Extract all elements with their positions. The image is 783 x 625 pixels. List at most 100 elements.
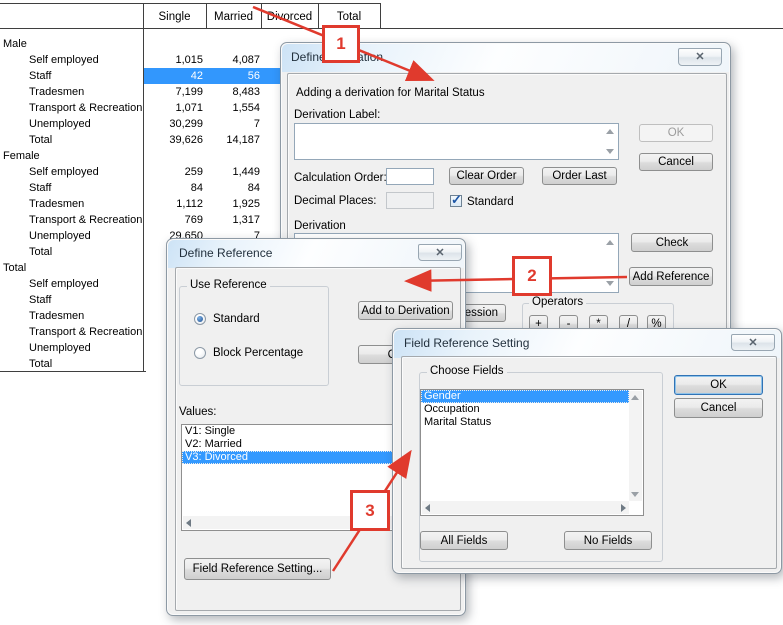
row-label: Staff bbox=[29, 70, 51, 82]
all-fields-button[interactable]: All Fields bbox=[420, 531, 508, 550]
horizontal-scrollbar[interactable] bbox=[422, 501, 629, 514]
row-label: Unemployed bbox=[29, 230, 91, 242]
scroll-up-icon[interactable] bbox=[606, 129, 614, 134]
field-list-item[interactable]: Marital Status bbox=[421, 416, 629, 429]
add-reference-button[interactable]: Add Reference bbox=[629, 267, 713, 286]
table-cell: 84 bbox=[206, 182, 260, 194]
row-label: Self employed bbox=[29, 54, 99, 66]
row-label: Total bbox=[3, 262, 26, 274]
table-cell: 14,187 bbox=[206, 134, 260, 146]
field-reference-setting-dialog: Field Reference Setting ✕ Choose Fields … bbox=[392, 328, 782, 574]
use-reference-group bbox=[179, 286, 329, 386]
table-cell: 4,087 bbox=[206, 54, 260, 66]
scroll-down-icon[interactable] bbox=[631, 492, 639, 497]
table-cell: 1,925 bbox=[206, 198, 260, 210]
row-label: Male bbox=[3, 38, 27, 50]
ok-button[interactable]: OK bbox=[639, 124, 713, 142]
decimal-places-caption: Decimal Places: bbox=[294, 195, 376, 207]
table-cell: 1,554 bbox=[206, 102, 260, 114]
column-header-total[interactable]: Total bbox=[318, 11, 380, 23]
table-cell: 30,299 bbox=[146, 118, 203, 130]
row-label: Tradesmen bbox=[29, 310, 84, 322]
column-header-single[interactable]: Single bbox=[143, 11, 206, 23]
calculation-order-caption: Calculation Order: bbox=[294, 172, 387, 184]
row-label: Tradesmen bbox=[29, 86, 84, 98]
table-top-rule bbox=[0, 3, 380, 4]
scroll-up-icon[interactable] bbox=[606, 240, 614, 245]
row-label: Total bbox=[29, 358, 52, 370]
field-list-item[interactable]: Gender bbox=[421, 390, 629, 403]
table-cell: 1,317 bbox=[206, 214, 260, 226]
field-reference-setting-title: Field Reference Setting bbox=[404, 336, 529, 350]
fields-list: GenderOccupationMarital Status bbox=[421, 390, 629, 429]
cancel-button[interactable]: Cancel bbox=[639, 153, 713, 171]
no-fields-button[interactable]: No Fields bbox=[564, 531, 652, 550]
table-cell: 7,199 bbox=[146, 86, 203, 98]
close-icon[interactable]: ✕ bbox=[418, 244, 462, 261]
choose-fields-group-label: Choose Fields bbox=[427, 365, 507, 377]
standard-checkbox[interactable]: ✓ bbox=[450, 195, 462, 207]
table-cell: 1,015 bbox=[146, 54, 203, 66]
vertical-scrollbar[interactable] bbox=[629, 391, 642, 501]
standard-radio-label: Standard bbox=[213, 313, 260, 325]
table-cell: 7 bbox=[206, 118, 260, 130]
values-caption: Values: bbox=[179, 406, 217, 418]
use-reference-group-label: Use Reference bbox=[187, 279, 270, 291]
add-to-derivation-button[interactable]: Add to Derivation bbox=[358, 301, 453, 320]
scroll-left-icon[interactable] bbox=[186, 519, 191, 527]
screen: Single Married Divorced Total MaleSelf e… bbox=[0, 0, 783, 625]
block-percentage-radio[interactable] bbox=[194, 347, 206, 359]
row-label: Unemployed bbox=[29, 118, 91, 130]
row-label: Staff bbox=[29, 182, 51, 194]
row-label: Tradesmen bbox=[29, 198, 84, 210]
row-label: Transport & Recreation bbox=[29, 102, 142, 114]
operators-group-label: Operators bbox=[529, 296, 586, 308]
row-label: Staff bbox=[29, 294, 51, 306]
row-label: Self employed bbox=[29, 166, 99, 178]
derivation-section-caption: Derivation bbox=[294, 220, 346, 232]
cancel-button[interactable]: Cancel bbox=[674, 398, 763, 418]
ok-button[interactable]: OK bbox=[674, 375, 763, 395]
table-cell: 1,449 bbox=[206, 166, 260, 178]
table-cell: 1,071 bbox=[146, 102, 203, 114]
close-icon[interactable]: ✕ bbox=[678, 48, 722, 66]
define-reference-title: Define Reference bbox=[179, 246, 272, 260]
check-icon: ✓ bbox=[451, 192, 462, 208]
table-cell: 56 bbox=[206, 70, 260, 82]
column-header-married[interactable]: Married bbox=[206, 11, 261, 23]
fields-listbox[interactable]: GenderOccupationMarital Status bbox=[420, 389, 644, 516]
row-label: Female bbox=[3, 150, 40, 162]
row-label: Unemployed bbox=[29, 342, 91, 354]
row-label: Transport & Recreation bbox=[29, 214, 142, 226]
row-label: Total bbox=[29, 134, 52, 146]
calculation-order-input[interactable] bbox=[386, 168, 434, 185]
check-button[interactable]: Check bbox=[631, 233, 713, 252]
table-cell: 39,626 bbox=[146, 134, 203, 146]
scroll-right-icon[interactable] bbox=[621, 504, 626, 512]
block-percentage-radio-label: Block Percentage bbox=[213, 347, 303, 359]
table-cell: 84 bbox=[146, 182, 203, 194]
order-last-button[interactable]: Order Last bbox=[542, 167, 617, 185]
column-header-divorced[interactable]: Divorced bbox=[261, 11, 318, 23]
field-list-item[interactable]: Occupation bbox=[421, 403, 629, 416]
callout-1: 1 bbox=[322, 25, 360, 63]
scroll-left-icon[interactable] bbox=[425, 504, 430, 512]
clear-order-button[interactable]: Clear Order bbox=[449, 167, 524, 185]
scroll-down-icon[interactable] bbox=[606, 281, 614, 286]
decimal-places-input bbox=[386, 192, 434, 209]
table-cell: 8,483 bbox=[206, 86, 260, 98]
table-cell: 1,112 bbox=[146, 198, 203, 210]
callout-3: 3 bbox=[350, 490, 390, 531]
derivation-label-caption: Derivation Label: bbox=[294, 109, 380, 121]
scroll-down-icon[interactable] bbox=[606, 149, 614, 154]
table-col-divider bbox=[380, 3, 381, 28]
field-reference-setting-button[interactable]: Field Reference Setting... bbox=[184, 558, 331, 580]
close-icon[interactable]: ✕ bbox=[731, 334, 775, 351]
table-cell: 769 bbox=[146, 214, 203, 226]
derivation-label-input[interactable] bbox=[294, 123, 619, 160]
standard-radio[interactable] bbox=[194, 313, 206, 325]
table-cell: 259 bbox=[146, 166, 203, 178]
derivation-intro-text: Adding a derivation for Marital Status bbox=[296, 87, 485, 99]
scroll-up-icon[interactable] bbox=[631, 395, 639, 400]
row-label: Total bbox=[29, 246, 52, 258]
